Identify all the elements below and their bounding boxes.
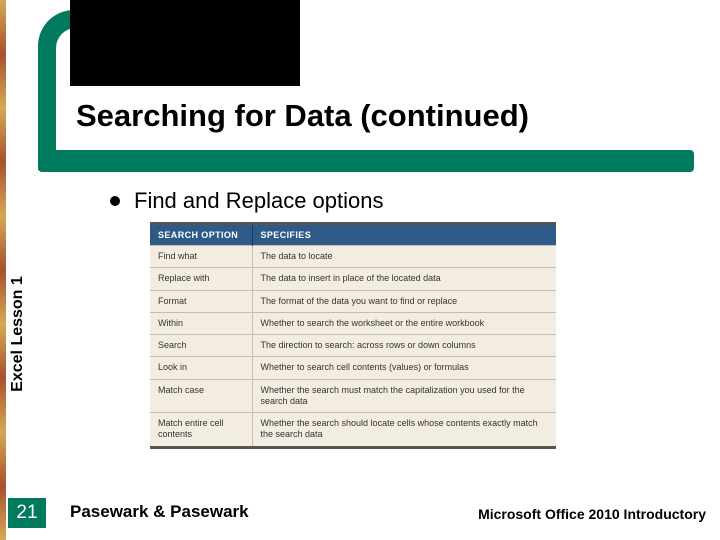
table-row: Match entire cell contents Whether the s… (150, 413, 556, 446)
cell-option: Replace with (150, 268, 252, 290)
cell-option: Within (150, 312, 252, 334)
side-label-text: Excel Lesson 1 (9, 276, 27, 392)
footer-right: Microsoft Office 2010 Introductory (478, 506, 706, 522)
page-number: 21 (8, 498, 46, 528)
cell-specifies: Whether to search cell contents (values)… (252, 357, 556, 379)
table-header-row: SEARCH OPTION SPECIFIES (150, 225, 556, 246)
side-label: Excel Lesson 1 (0, 254, 36, 414)
cell-specifies: Whether to search the worksheet or the e… (252, 312, 556, 334)
table-row: Match case Whether the search must match… (150, 379, 556, 413)
bullet-text: Find and Replace options (134, 188, 384, 214)
cell-specifies: Whether the search must match the capita… (252, 379, 556, 413)
top-black-block (70, 0, 300, 86)
table-header-option: SEARCH OPTION (150, 225, 252, 246)
options-table: SEARCH OPTION SPECIFIES Find what The da… (150, 222, 556, 449)
footer-left: Pasewark & Pasewark (70, 502, 249, 522)
table-row: Within Whether to search the worksheet o… (150, 312, 556, 334)
bullet-item: Find and Replace options (110, 188, 384, 214)
cell-specifies: The direction to search: across rows or … (252, 335, 556, 357)
cell-specifies: The format of the data you want to find … (252, 290, 556, 312)
title-underline-bar (38, 150, 694, 172)
table-header-specifies: SPECIFIES (252, 225, 556, 246)
title-area: Searching for Data (continued) (70, 86, 680, 156)
cell-option: Look in (150, 357, 252, 379)
cell-option: Match entire cell contents (150, 413, 252, 446)
cell-specifies: Whether the search should locate cells w… (252, 413, 556, 446)
bullet-icon (110, 196, 120, 206)
table-row: Find what The data to locate (150, 246, 556, 268)
corner-decoration (38, 10, 74, 170)
cell-option: Match case (150, 379, 252, 413)
table-row: Search The direction to search: across r… (150, 335, 556, 357)
cell-specifies: The data to locate (252, 246, 556, 268)
page-title: Searching for Data (continued) (70, 86, 680, 134)
cell-option: Search (150, 335, 252, 357)
table-row: Look in Whether to search cell contents … (150, 357, 556, 379)
table-row: Replace with The data to insert in place… (150, 268, 556, 290)
cell-option: Format (150, 290, 252, 312)
cell-specifies: The data to insert in place of the locat… (252, 268, 556, 290)
cell-option: Find what (150, 246, 252, 268)
table-row: Format The format of the data you want t… (150, 290, 556, 312)
